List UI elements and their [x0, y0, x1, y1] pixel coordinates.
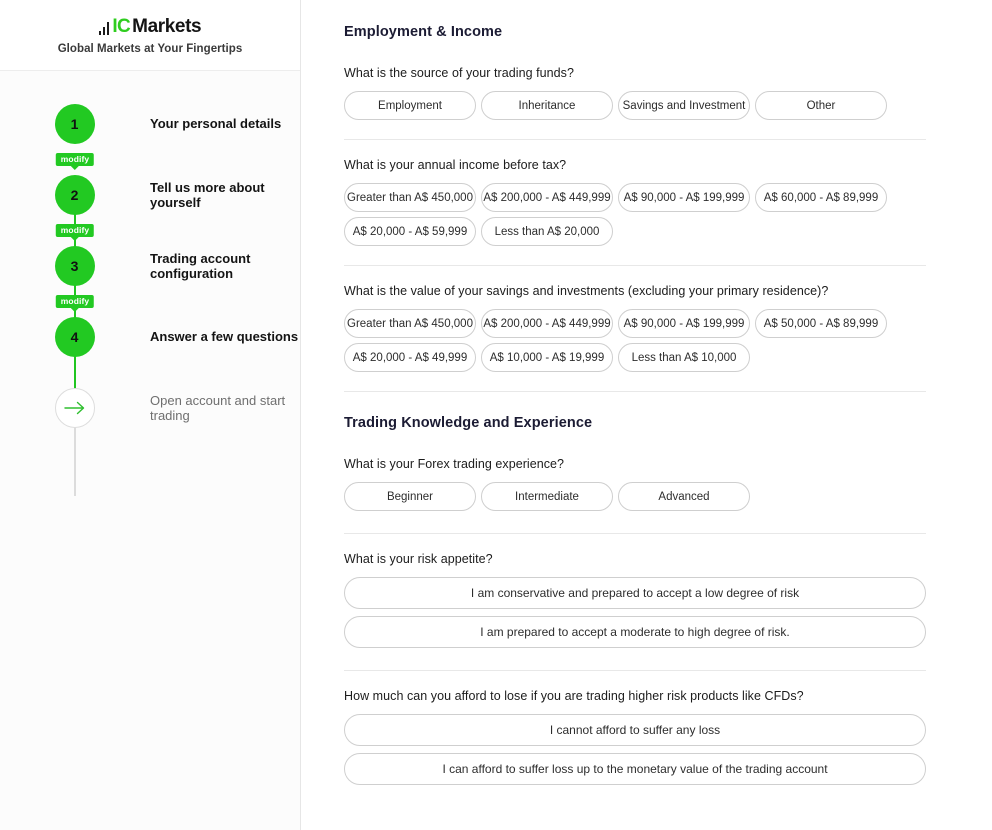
form-container: Employment & Income What is the source o…	[301, 24, 992, 785]
sidebar-step-label: Open account and start trading	[150, 392, 286, 423]
option-pill[interactable]: Greater than A$ 450,000	[344, 309, 476, 338]
question-label: What is the value of your savings and in…	[344, 284, 829, 298]
section-title-employment-income: Employment & Income	[344, 24, 503, 40]
brand-header: IC Markets Global Markets at Your Finger…	[0, 0, 300, 71]
question-label: How much can you afford to lose if you a…	[344, 689, 804, 703]
question-label: What is your risk appetite?	[344, 552, 493, 566]
step-bullet-wrap: 2 modify	[0, 174, 150, 237]
option-pill[interactable]: Less than A$ 20,000	[481, 217, 613, 246]
step-number-badge: 1	[54, 103, 95, 144]
option-pill[interactable]: Advanced	[618, 482, 750, 511]
main-content: Employment & Income What is the source o…	[301, 0, 992, 830]
sidebar-step-1[interactable]: 1 modify Your personal details	[0, 88, 300, 166]
option-group-annual-income: Greater than A$ 450,000 A$ 200,000 - A$ …	[344, 183, 925, 246]
step-list: 1 modify Your personal details 2 modify …	[0, 71, 300, 496]
question-annual-income: What is your annual income before tax? G…	[344, 140, 925, 246]
sidebar-step-4[interactable]: 4 Answer a few questions	[0, 301, 300, 372]
option-pill[interactable]: I can afford to suffer loss up to the mo…	[344, 753, 926, 785]
step-number-badge: 4	[54, 316, 95, 357]
option-pill[interactable]: A$ 90,000 - A$ 199,999	[618, 309, 750, 338]
sidebar-step-2[interactable]: 2 modify Tell us more about yourself	[0, 159, 300, 237]
sidebar-step-label: Tell us more about yourself	[150, 179, 265, 210]
option-pill[interactable]: Less than A$ 10,000	[618, 343, 750, 372]
section-title-trading-knowledge: Trading Knowledge and Experience	[344, 415, 593, 431]
question-forex-experience: What is your Forex trading experience? B…	[344, 431, 925, 511]
step-number-badge: 3	[54, 245, 95, 286]
sidebar-step-label: Answer a few questions	[150, 329, 299, 344]
option-group-risk-appetite: I am conservative and prepared to accept…	[344, 577, 926, 648]
option-pill[interactable]: I cannot afford to suffer any loss	[344, 714, 926, 746]
option-pill[interactable]: A$ 50,000 - A$ 89,999	[755, 309, 887, 338]
question-affordable-loss: How much can you afford to lose if you a…	[344, 671, 926, 785]
option-group-savings-investments: Greater than A$ 450,000 A$ 200,000 - A$ …	[344, 309, 925, 372]
modify-button[interactable]: modify	[55, 152, 95, 166]
step-bullet-wrap	[0, 387, 150, 428]
option-group-source-of-funds: Employment Inheritance Savings and Inves…	[344, 91, 925, 120]
question-label: What is your Forex trading experience?	[344, 457, 565, 471]
onboarding-page: IC Markets Global Markets at Your Finger…	[0, 0, 992, 830]
option-pill[interactable]: A$ 20,000 - A$ 49,999	[344, 343, 476, 372]
option-pill[interactable]: A$ 20,000 - A$ 59,999	[344, 217, 476, 246]
step-bullet-wrap: 4	[0, 316, 150, 357]
option-pill[interactable]: A$ 90,000 - A$ 199,999	[618, 183, 750, 212]
modify-button[interactable]: modify	[55, 223, 95, 237]
sidebar-step-label: Trading account configuration	[150, 250, 251, 281]
modify-button[interactable]: modify	[55, 294, 95, 308]
sidebar: IC Markets Global Markets at Your Finger…	[0, 0, 301, 830]
option-pill[interactable]: A$ 60,000 - A$ 89,999	[755, 183, 887, 212]
option-pill[interactable]: A$ 200,000 - A$ 449,999	[481, 309, 613, 338]
option-pill[interactable]: Other	[755, 91, 887, 120]
option-pill[interactable]: A$ 10,000 - A$ 19,999	[481, 343, 613, 372]
option-pill[interactable]: Greater than A$ 450,000	[344, 183, 476, 212]
option-pill[interactable]: I am conservative and prepared to accept…	[344, 577, 926, 609]
logo-ic-text: IC	[112, 15, 131, 37]
logo: IC Markets	[98, 15, 202, 37]
arrow-right-icon	[54, 387, 95, 428]
logo-markets-text: Markets	[132, 15, 202, 37]
brand-tagline: Global Markets at Your Fingertips	[57, 42, 243, 55]
sidebar-step-label: Your personal details	[150, 116, 282, 131]
question-label: What is your annual income before tax?	[344, 158, 567, 172]
option-pill[interactable]: I am prepared to accept a moderate to hi…	[344, 616, 926, 648]
question-source-of-funds: What is the source of your trading funds…	[344, 40, 925, 120]
sidebar-step-3[interactable]: 3 modify Trading account configuration	[0, 230, 300, 308]
option-group-affordable-loss: I cannot afford to suffer any loss I can…	[344, 714, 926, 785]
option-pill[interactable]: A$ 200,000 - A$ 449,999	[481, 183, 613, 212]
option-pill[interactable]: Employment	[344, 91, 476, 120]
option-pill[interactable]: Inheritance	[481, 91, 613, 120]
question-label: What is the source of your trading funds…	[344, 66, 574, 80]
step-bullet-wrap: 3 modify	[0, 245, 150, 308]
sidebar-step-final: Open account and start trading	[0, 372, 300, 443]
question-savings-investments: What is the value of your savings and in…	[344, 266, 925, 372]
option-pill[interactable]: Intermediate	[481, 482, 613, 511]
step-bullet-wrap: 1 modify	[0, 103, 150, 166]
option-pill[interactable]: Beginner	[344, 482, 476, 511]
step-number-badge: 2	[54, 174, 95, 215]
bar-chart-icon	[98, 21, 110, 35]
question-risk-appetite: What is your risk appetite? I am conserv…	[344, 534, 926, 648]
option-pill[interactable]: Savings and Investment	[618, 91, 750, 120]
option-group-forex-experience: Beginner Intermediate Advanced	[344, 482, 925, 511]
